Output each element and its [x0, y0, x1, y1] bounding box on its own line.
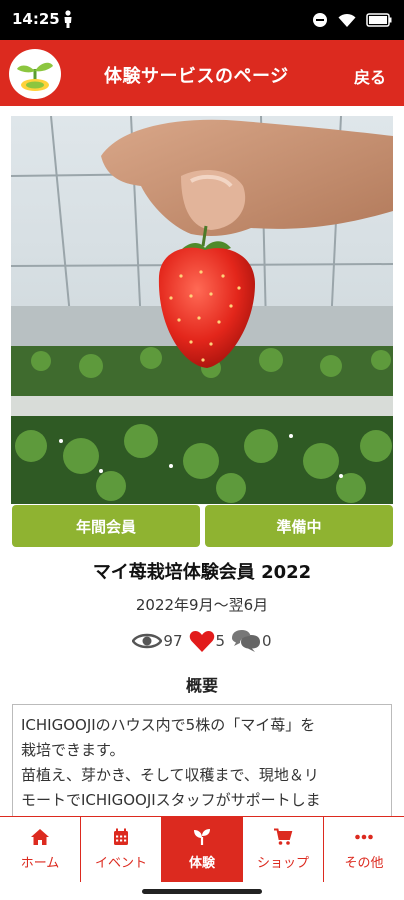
tab-experience[interactable]: 体験: [162, 817, 243, 882]
likes-count: 5: [215, 632, 226, 650]
experience-title: マイ苺栽培体験会員 2022: [92, 562, 312, 583]
home-icon: [31, 829, 49, 845]
likes-stat[interactable]: 5: [189, 629, 226, 653]
bottom-tab-bar: ホーム イベント 体験 ショップ その他: [0, 816, 404, 882]
home-gesture-handle[interactable]: [142, 889, 262, 894]
description-box: ICHIGOOJIのハウス内で5株の「マイ苺」を 栽培できます。 苗植え、芽かき…: [12, 704, 392, 816]
cart-icon: [274, 828, 293, 845]
description-line: 苗植え、芽かき、そして収穫まで、現地＆リ: [21, 766, 319, 784]
status-time: 14:25: [12, 10, 60, 28]
views-stat: 97: [132, 631, 183, 651]
strawberry-photo: [11, 116, 393, 504]
membership-tag: 年間会員: [12, 505, 200, 547]
eye-icon: [132, 633, 163, 649]
overview-heading: 概要: [185, 676, 218, 695]
tab-label: イベント: [94, 856, 147, 871]
app-header: 体験サービスのページ 戻る: [0, 40, 404, 106]
views-count: 97: [163, 632, 183, 650]
dnd-icon: [313, 13, 327, 27]
description-line: モートでICHIGOOJIスタッフがサポートしま: [21, 791, 321, 809]
more-icon: [355, 834, 373, 840]
description-line: 栽培できます。: [21, 741, 125, 759]
status-tag: 準備中: [205, 505, 393, 547]
battery-icon: [366, 13, 392, 27]
tab-home[interactable]: ホーム: [0, 817, 81, 882]
sprout-icon: [194, 829, 210, 845]
app-logo: [9, 49, 61, 99]
experience-period: 2022年9月～翌6月: [135, 596, 269, 614]
tab-label: ホーム: [20, 856, 60, 871]
page-title: 体験サービスのページ: [104, 66, 289, 87]
status-bar: 14:25: [0, 0, 404, 40]
comments-stat[interactable]: 0: [231, 629, 272, 653]
tab-shop[interactable]: ショップ: [243, 817, 324, 882]
description-line: ICHIGOOJIのハウス内で5株の「マイ苺」を: [21, 716, 316, 734]
stats-row: 97 5 0: [0, 626, 404, 656]
tab-label: 体験: [188, 856, 215, 871]
tab-more[interactable]: その他: [324, 817, 404, 882]
heart-icon[interactable]: [189, 629, 215, 653]
tab-label: その他: [344, 856, 384, 871]
wifi-icon: [338, 13, 356, 27]
tab-label: ショップ: [256, 856, 309, 871]
tab-events[interactable]: イベント: [81, 817, 162, 882]
experience-detail[interactable]: 年間会員 準備中 マイ苺栽培体験会員 2022 2022年9月～翌6月 97 5…: [0, 106, 404, 816]
back-button[interactable]: 戻る: [354, 64, 386, 88]
status-icons: [312, 10, 392, 30]
comments-count: 0: [262, 632, 272, 650]
notification-person-icon: [64, 10, 72, 28]
calendar-icon: [114, 828, 128, 845]
comments-icon[interactable]: [231, 629, 261, 653]
system-nav-bar: [0, 882, 404, 900]
